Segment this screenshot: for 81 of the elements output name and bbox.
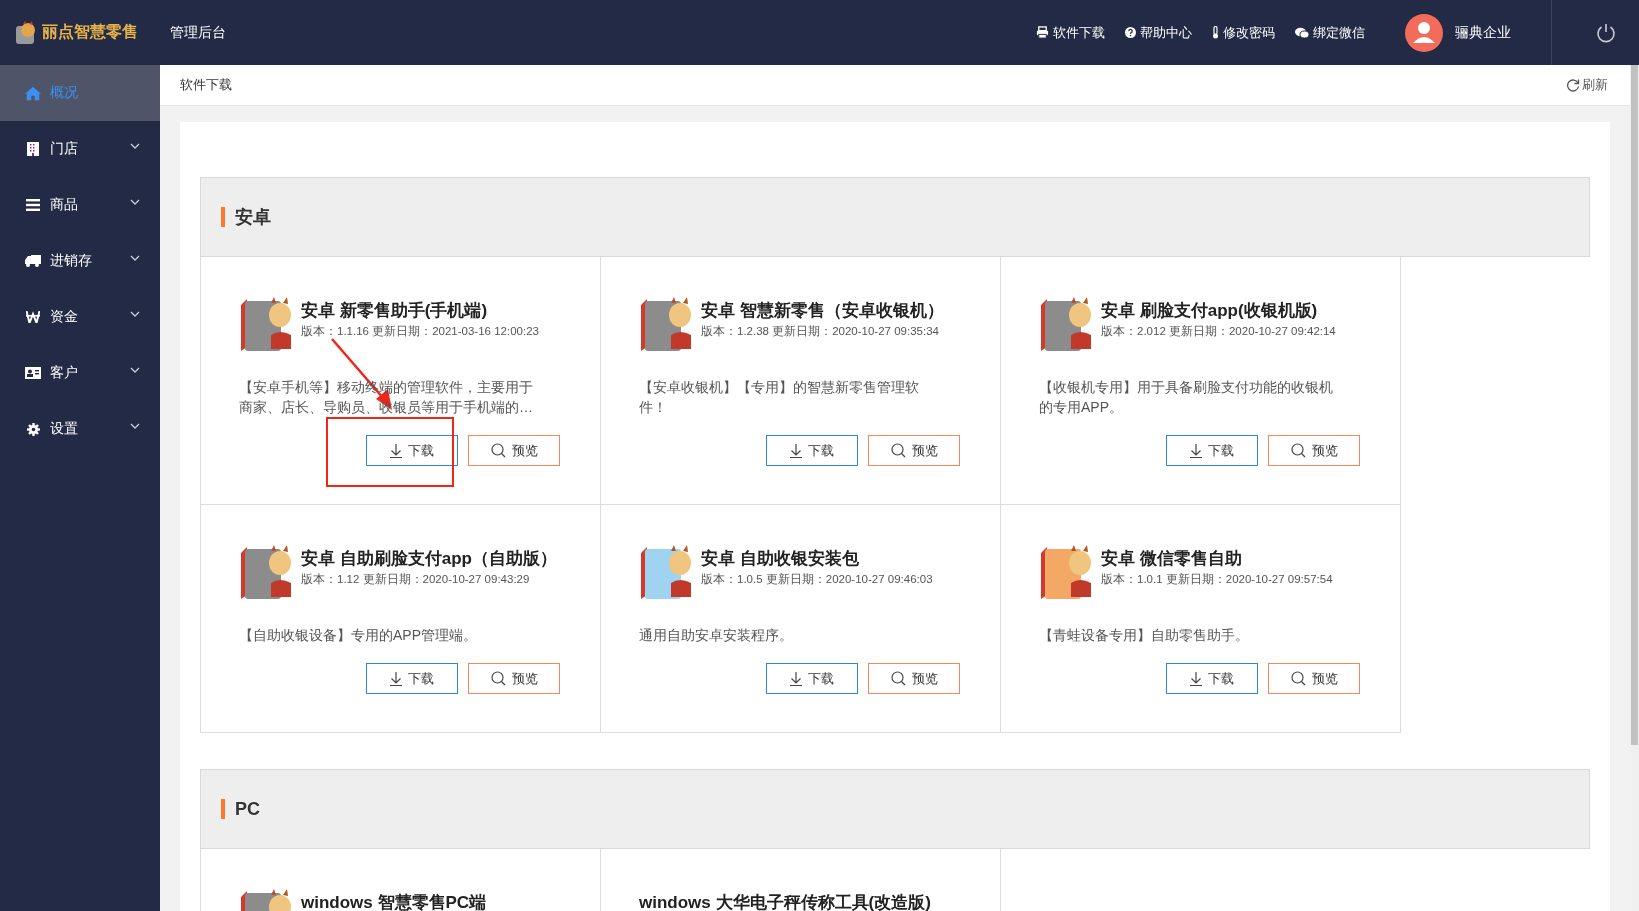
search-icon [1290, 443, 1306, 458]
download-button[interactable]: 下载 [766, 663, 858, 694]
download-icon [390, 443, 402, 458]
section-title: PC [235, 798, 260, 820]
app-title: 安卓 自助刷脸支付app（自助版） [301, 548, 557, 570]
app-title: 安卓 微信零售自助 [1101, 548, 1243, 570]
id-card-icon [25, 367, 41, 379]
sidebar-item[interactable]: 门店 [0, 121, 160, 177]
version-info: 版本：1.12 更新日期：2020-10-27 09:43:29 [301, 572, 531, 587]
won-icon [26, 311, 40, 323]
app-title: 安卓 自助收银安装包 [701, 548, 860, 570]
sidebar-item[interactable]: 客户 [0, 345, 160, 401]
download-icon [1190, 443, 1202, 458]
chat-icon [1295, 26, 1309, 39]
app-description: 【青蛙设备专用】自助零售助手。 [1039, 626, 1250, 645]
download-icon [390, 671, 402, 686]
app-description: 通用自助安卓安装程序。 [639, 626, 794, 645]
avatar-icon[interactable] [1405, 13, 1443, 52]
chevron-icon [130, 255, 140, 261]
help-icon [1125, 27, 1136, 38]
app-description: 【收银机专用】用于具备刷脸支付功能的收银机的专用APP。 [1039, 378, 1334, 417]
preview-button[interactable]: 预览 [1268, 435, 1360, 466]
breadcrumb: 软件下载 [180, 76, 232, 94]
sidebar-item[interactable]: 商品 [0, 177, 160, 233]
version-info: 版本：2.012 更新日期：2020-10-27 09:42:14 [1101, 324, 1336, 339]
header-link[interactable]: 帮助中心 [1125, 23, 1192, 42]
settings-icon [26, 422, 40, 436]
version-info: 版本：1.0.5 更新日期：2020-10-27 09:46:03 [701, 572, 933, 587]
app-title: 安卓 刷脸支付app(收银机版) [1101, 300, 1319, 322]
thermometer-icon [1212, 26, 1219, 39]
refresh-icon [1566, 78, 1580, 92]
search-icon [890, 671, 906, 686]
version-info: 版本：1.2.38 更新日期：2020-10-27 09:35:34 [701, 324, 940, 339]
app-title: windows 智慧零售PC端 [301, 892, 487, 911]
home-icon [25, 85, 41, 101]
app-title: 安卓 新零售助手(手机端) [301, 300, 489, 322]
preview-button[interactable]: 预览 [868, 663, 960, 694]
download-button[interactable]: 下载 [366, 663, 458, 694]
download-icon [790, 443, 802, 458]
printer-icon [1036, 26, 1049, 39]
chevron-icon [130, 311, 140, 317]
sidebar-item[interactable]: 资金 [0, 289, 160, 345]
preview-button[interactable]: 预览 [468, 663, 560, 694]
search-icon [1290, 671, 1306, 686]
truck-icon [25, 255, 41, 267]
app-title: windows 大华电子秤传称工具(改造版) [639, 892, 931, 911]
user-name[interactable]: 骊典企业 [1455, 23, 1511, 42]
download-icon [790, 671, 802, 686]
preview-button[interactable]: 预览 [868, 435, 960, 466]
refresh-button[interactable]: 刷新 [1566, 76, 1608, 94]
header-link[interactable]: 绑定微信 [1295, 23, 1365, 42]
header-link[interactable]: 软件下载 [1036, 23, 1105, 42]
app-title: 安卓 智慧新零售（安卓收银机） [701, 300, 944, 322]
preview-button[interactable]: 预览 [1268, 663, 1360, 694]
sidebar-item[interactable]: 进销存 [0, 233, 160, 289]
power-icon[interactable] [1595, 21, 1617, 44]
app-title: 管理后台 [170, 23, 226, 42]
chevron-icon [130, 143, 140, 149]
app-description: 【自助收银设备】专用的APP管理端。 [239, 626, 478, 645]
download-icon [1190, 671, 1202, 686]
search-icon [890, 443, 906, 458]
version-info: 版本：1.1.16 更新日期：2021-03-16 12:00:23 [301, 324, 539, 339]
chevron-icon [130, 423, 140, 429]
sidebar-item[interactable]: 设置 [0, 401, 160, 457]
version-info: 版本：1.0.1 更新日期：2020-10-27 09:57:54 [1101, 572, 1333, 587]
header-link[interactable]: 修改密码 [1212, 23, 1275, 42]
preview-button[interactable]: 预览 [468, 435, 560, 466]
app-description: 【安卓收银机】【专用】的智慧新零售管理软件！ [639, 378, 920, 417]
download-button[interactable]: 下载 [766, 435, 858, 466]
building-icon [27, 142, 39, 156]
download-button[interactable]: 下载 [366, 435, 458, 466]
download-button[interactable]: 下载 [1166, 663, 1258, 694]
search-icon [490, 671, 506, 686]
scrollbar[interactable] [1630, 65, 1639, 911]
section-title: 安卓 [235, 206, 271, 229]
search-icon [490, 443, 506, 458]
chevron-icon [130, 199, 140, 205]
logo-text: 丽点智慧零售 [42, 22, 138, 42]
download-button[interactable]: 下载 [1166, 435, 1258, 466]
chevron-icon [130, 367, 140, 373]
menu-icon [26, 199, 40, 211]
